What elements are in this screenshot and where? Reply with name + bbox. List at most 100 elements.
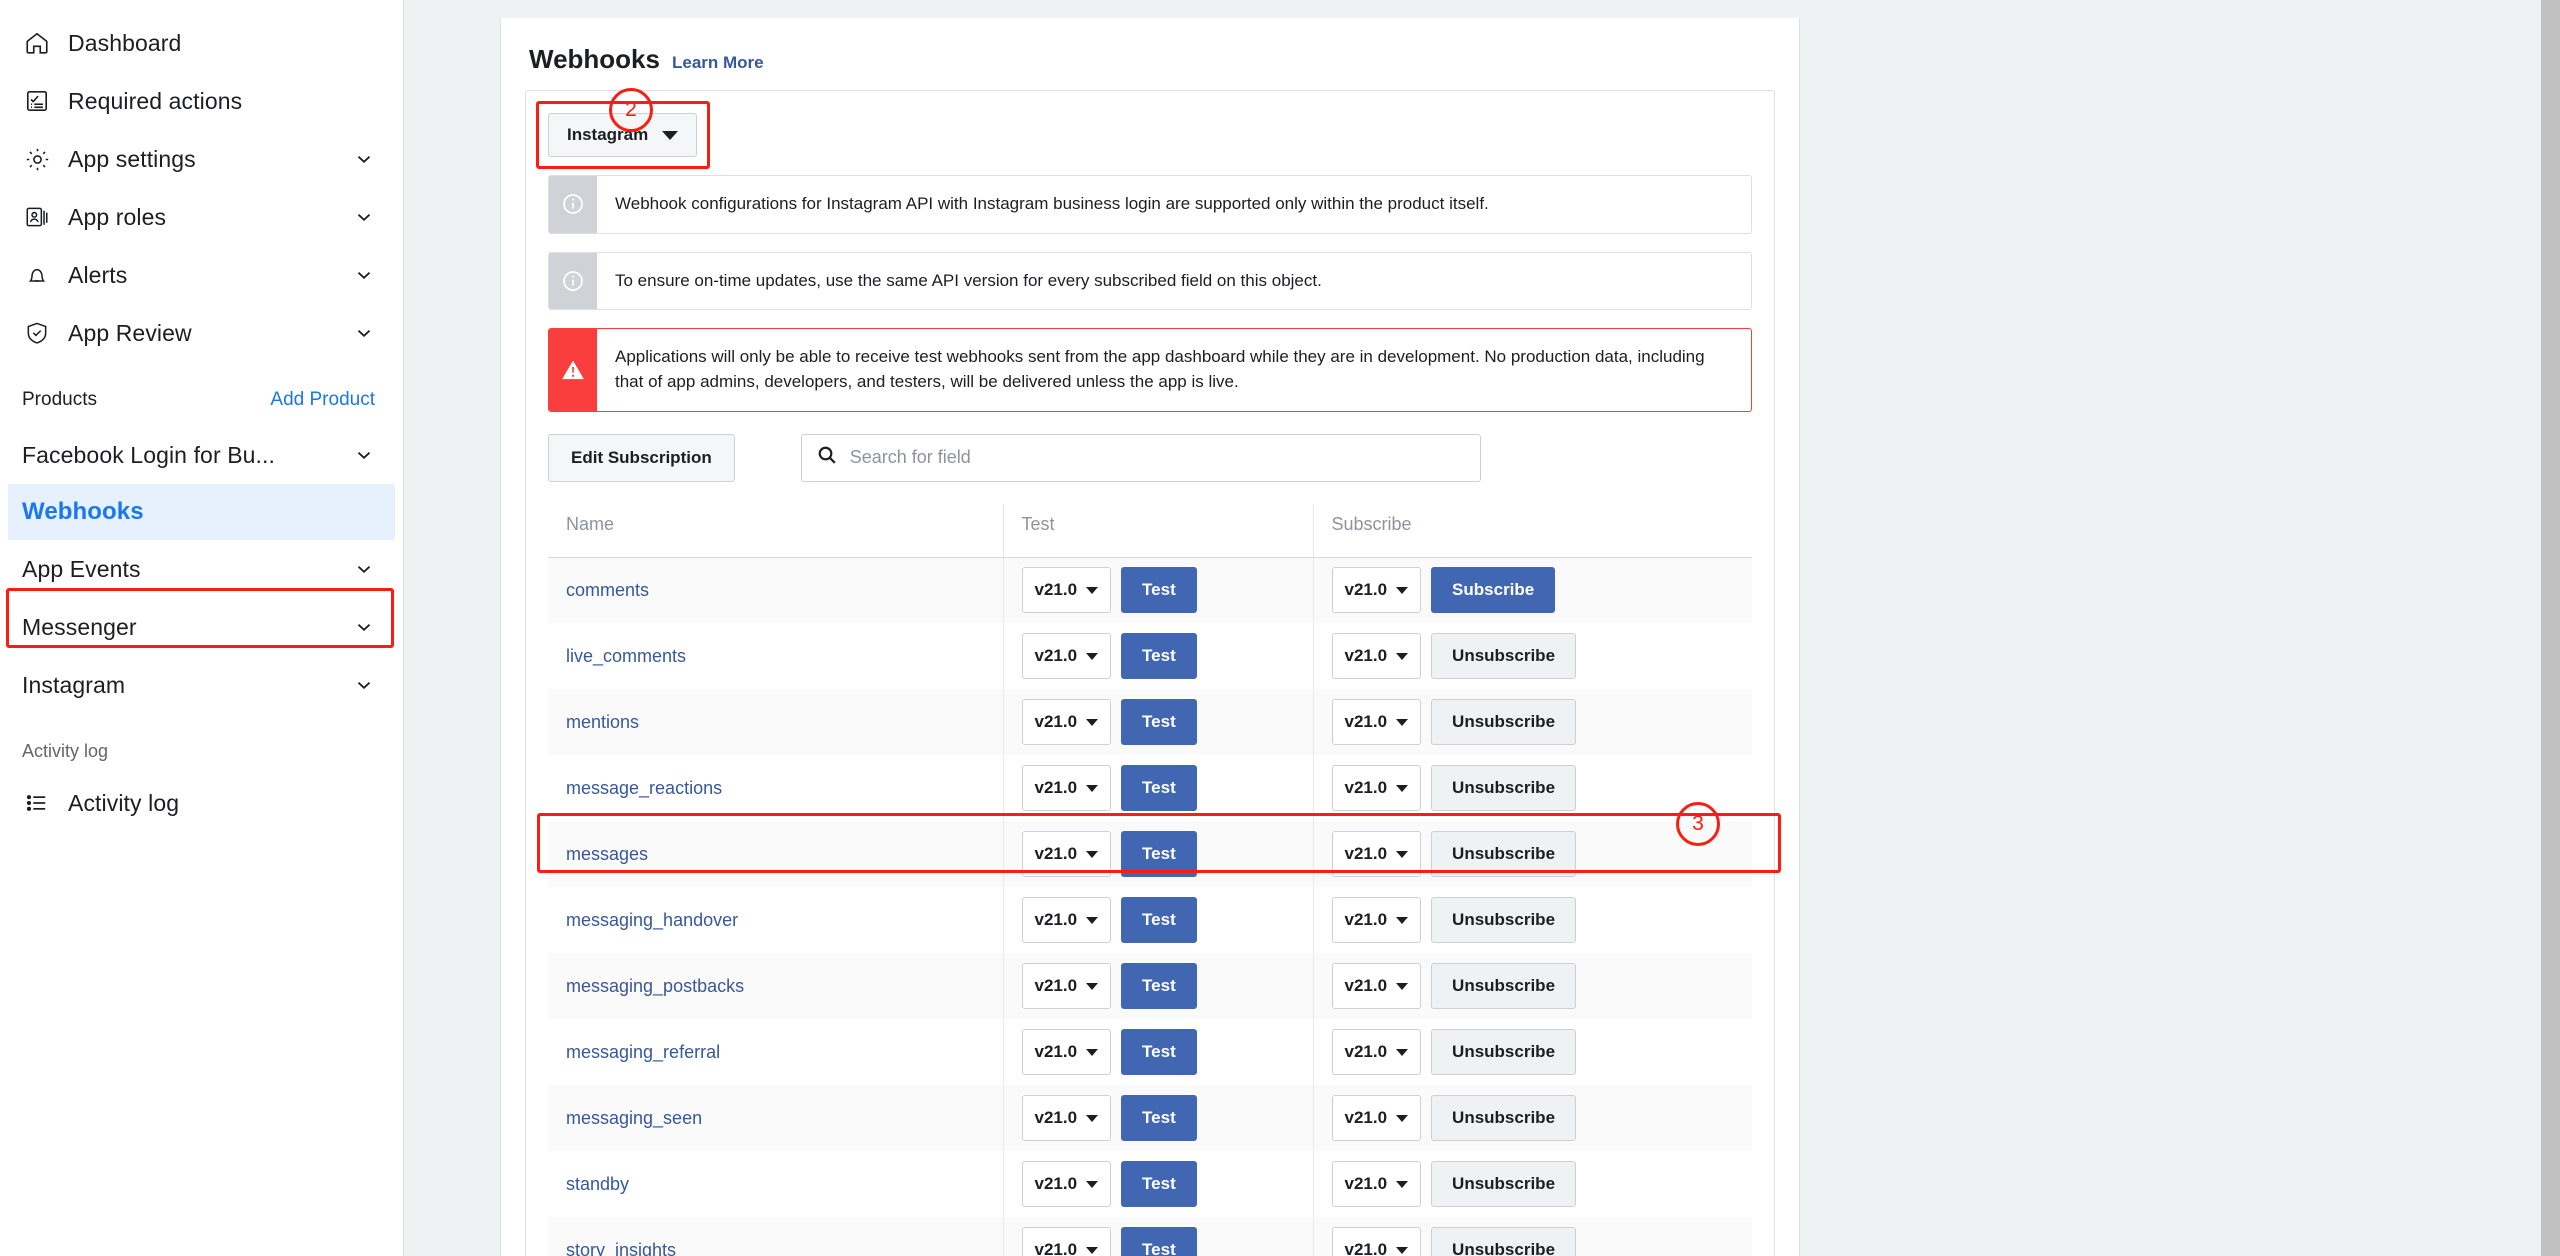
test-version-select[interactable]: v21.0 xyxy=(1021,963,1112,1010)
warning-icon xyxy=(549,329,597,411)
unsubscribe-button[interactable]: Unsubscribe xyxy=(1431,765,1577,812)
page-scrollbar[interactable] xyxy=(2541,0,2560,1256)
sidebar-item-alerts[interactable]: Alerts xyxy=(0,246,403,304)
sidebar-item-label: App Review xyxy=(68,319,192,346)
chevron-down-icon xyxy=(353,558,375,580)
subscribe-version-select[interactable]: v21.0 xyxy=(1331,1227,1422,1256)
test-button[interactable]: Test xyxy=(1121,897,1197,944)
test-button[interactable]: Test xyxy=(1121,1161,1197,1208)
cell-field-name: messaging_handover xyxy=(548,887,1004,954)
unsubscribe-button[interactable]: Unsubscribe xyxy=(1431,1029,1577,1076)
unsubscribe-button[interactable]: Unsubscribe xyxy=(1431,1161,1577,1208)
subscribe-version-select[interactable]: v21.0 xyxy=(1331,1095,1422,1142)
subscribe-version-select[interactable]: v21.0 xyxy=(1331,1161,1422,1208)
subscribe-version-value: v21.0 xyxy=(1344,1174,1388,1194)
chevron-down-icon xyxy=(1086,718,1099,726)
subscribe-version-value: v21.0 xyxy=(1344,580,1388,600)
field-name-link[interactable]: comments xyxy=(566,580,649,600)
subscribe-version-select[interactable]: v21.0 xyxy=(1331,699,1422,746)
field-name-link[interactable]: standby xyxy=(566,1174,629,1194)
sidebar-item-activity-log[interactable]: Activity log xyxy=(0,774,403,832)
sidebar-item-app-settings[interactable]: App settings xyxy=(0,130,403,188)
test-controls: v21.0 Test xyxy=(1021,897,1313,944)
test-version-select[interactable]: v21.0 xyxy=(1021,1227,1112,1256)
test-version-select[interactable]: v21.0 xyxy=(1021,1095,1112,1142)
test-button[interactable]: Test xyxy=(1121,633,1197,680)
search-field-wrapper[interactable] xyxy=(800,433,1481,482)
subscribe-version-select[interactable]: v21.0 xyxy=(1331,765,1422,812)
test-version-select[interactable]: v21.0 xyxy=(1021,1029,1112,1076)
test-button[interactable]: Test xyxy=(1121,963,1197,1010)
cell-subscribe: v21.0 Unsubscribe xyxy=(1313,1085,1752,1152)
test-version-value: v21.0 xyxy=(1034,1240,1078,1256)
sidebar-item-required-actions[interactable]: Required actions xyxy=(0,72,403,130)
subscribe-version-select[interactable]: v21.0 xyxy=(1331,897,1422,944)
info-banner-2: To ensure on-time updates, use the same … xyxy=(548,251,1752,311)
sidebar-item-app-roles[interactable]: App roles xyxy=(0,188,403,246)
test-version-select[interactable]: v21.0 xyxy=(1021,567,1112,614)
subscribe-button[interactable]: Subscribe xyxy=(1431,567,1556,614)
test-button[interactable]: Test xyxy=(1121,1029,1197,1076)
sidebar-item-webhooks[interactable]: Webhooks xyxy=(8,484,395,540)
cell-test: v21.0 Test xyxy=(1003,557,1314,624)
table-row: live_comments v21.0 Test v21.0 Unsubscribe xyxy=(548,623,1752,690)
unsubscribe-button[interactable]: Unsubscribe xyxy=(1431,699,1577,746)
field-name-link[interactable]: messaging_postbacks xyxy=(566,976,744,996)
search-input[interactable] xyxy=(849,447,1466,469)
test-version-select[interactable]: v21.0 xyxy=(1021,1161,1112,1208)
unsubscribe-button[interactable]: Unsubscribe xyxy=(1431,1227,1577,1256)
test-version-select[interactable]: v21.0 xyxy=(1021,897,1112,944)
add-product-link[interactable]: Add Product xyxy=(270,389,375,411)
sidebar-item-instagram[interactable]: Instagram xyxy=(0,656,403,714)
field-name-link[interactable]: messages xyxy=(566,844,648,864)
sidebar: Dashboard Required actions App settings xyxy=(0,0,404,1256)
field-name-link[interactable]: live_comments xyxy=(566,646,686,666)
field-name-link[interactable]: messaging_seen xyxy=(566,1108,702,1128)
test-version-select[interactable]: v21.0 xyxy=(1021,831,1112,878)
sidebar-item-messenger[interactable]: Messenger xyxy=(0,598,403,656)
chevron-down-icon xyxy=(1396,784,1409,792)
table-row: messaging_referral v21.0 Test v21.0 Unsubscr… xyxy=(548,1019,1752,1086)
products-section-header: Products Add Product xyxy=(0,374,403,426)
sidebar-item-facebook-login[interactable]: Facebook Login for Bu... xyxy=(0,426,403,484)
test-button[interactable]: Test xyxy=(1121,1095,1197,1142)
learn-more-link[interactable]: Learn More xyxy=(672,53,764,73)
unsubscribe-button[interactable]: Unsubscribe xyxy=(1431,831,1577,878)
table-row: message_reactions v21.0 Test v21.0 Unsubscri… xyxy=(548,755,1752,822)
test-version-value: v21.0 xyxy=(1034,712,1078,732)
chevron-down-icon xyxy=(1086,784,1099,792)
test-button[interactable]: Test xyxy=(1121,567,1197,614)
unsubscribe-button[interactable]: Unsubscribe xyxy=(1431,897,1577,944)
page-title: Webhooks xyxy=(529,44,660,74)
field-name-link[interactable]: messaging_referral xyxy=(566,1042,720,1062)
products-label: Products xyxy=(22,389,97,410)
subscribe-version-select[interactable]: v21.0 xyxy=(1331,633,1422,680)
subscribe-version-value: v21.0 xyxy=(1344,646,1388,666)
test-button[interactable]: Test xyxy=(1121,1227,1197,1256)
cell-subscribe: v21.0 Unsubscribe xyxy=(1313,953,1752,1020)
subscribe-version-select[interactable]: v21.0 xyxy=(1331,567,1422,614)
test-version-select[interactable]: v21.0 xyxy=(1021,699,1112,746)
subscribe-version-select[interactable]: v21.0 xyxy=(1331,831,1422,878)
test-button[interactable]: Test xyxy=(1121,765,1197,812)
test-version-select[interactable]: v21.0 xyxy=(1021,633,1112,680)
sidebar-item-app-events[interactable]: App Events xyxy=(0,540,403,598)
field-name-link[interactable]: mentions xyxy=(566,712,639,732)
sidebar-item-app-review[interactable]: App Review xyxy=(0,304,403,362)
field-name-link[interactable]: messaging_handover xyxy=(566,910,738,930)
subscribe-version-select[interactable]: v21.0 xyxy=(1331,963,1422,1010)
sidebar-item-dashboard[interactable]: Dashboard xyxy=(0,14,403,72)
unsubscribe-button[interactable]: Unsubscribe xyxy=(1431,963,1577,1010)
unsubscribe-button[interactable]: Unsubscribe xyxy=(1431,633,1577,680)
test-version-select[interactable]: v21.0 xyxy=(1021,765,1112,812)
test-button[interactable]: Test xyxy=(1121,831,1197,878)
edit-subscription-button[interactable]: Edit Subscription xyxy=(548,433,735,482)
test-button[interactable]: Test xyxy=(1121,699,1197,746)
cell-test: v21.0 Test xyxy=(1003,953,1314,1020)
field-name-link[interactable]: story_insights xyxy=(566,1240,676,1256)
cell-test: v21.0 Test xyxy=(1003,623,1314,690)
unsubscribe-button[interactable]: Unsubscribe xyxy=(1431,1095,1577,1142)
field-name-link[interactable]: message_reactions xyxy=(566,778,722,798)
sidebar-item-label: App settings xyxy=(68,145,196,172)
subscribe-version-select[interactable]: v21.0 xyxy=(1331,1029,1422,1076)
